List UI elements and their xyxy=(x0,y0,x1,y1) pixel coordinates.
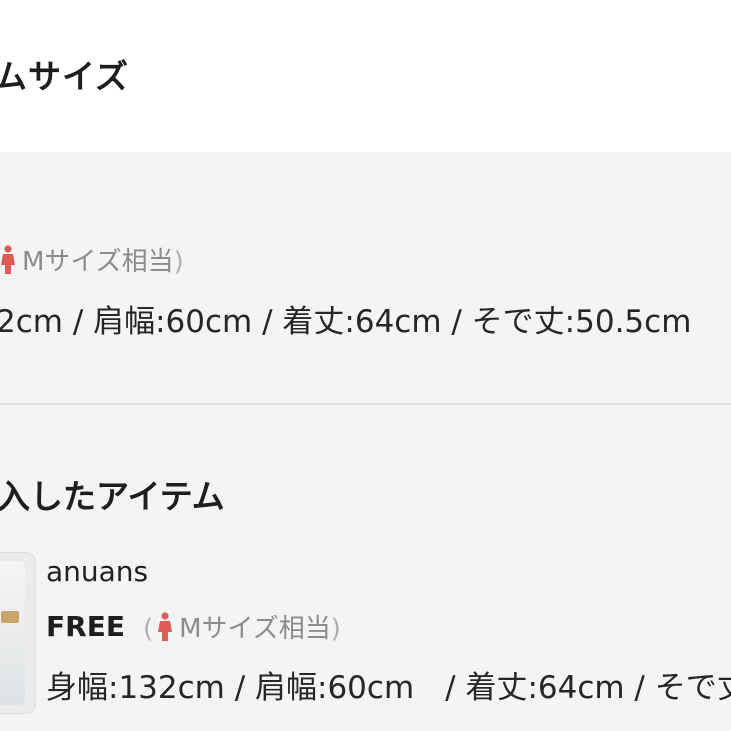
purchased-items-title: 入したアイテム xyxy=(0,477,225,516)
item-garment-image xyxy=(0,561,25,705)
page: ムサイズ Mサイズ相当) 2cm / 肩幅:60cm / 着丈:64cm / そ… xyxy=(0,0,731,731)
item-tag-image xyxy=(1,611,19,623)
item-size-row: FREE ( Mサイズ相当) xyxy=(46,608,341,645)
item-size-paren-close: ) xyxy=(330,614,341,644)
female-person-icon xyxy=(157,612,173,642)
section-title: ムサイズ xyxy=(0,57,130,96)
item-brand[interactable]: anuans xyxy=(46,555,148,588)
item-thumbnail[interactable] xyxy=(0,552,36,714)
wearer-size-equivalent: Mサイズ相当) xyxy=(0,241,184,278)
wearer-size-paren-close: ) xyxy=(173,247,184,277)
wearer-size-label: Mサイズ相当 xyxy=(22,247,174,277)
female-person-icon xyxy=(0,245,16,275)
divider xyxy=(0,403,731,405)
item-measurements: 身幅:132cm / 肩幅:60cm / 着丈:64cm / そで丈: xyxy=(46,670,731,706)
item-size-paren-open: ( xyxy=(142,614,154,644)
item-size: FREE xyxy=(46,610,125,643)
wearer-measurements: 2cm / 肩幅:60cm / 着丈:64cm / そで丈:50.5cm xyxy=(0,304,692,340)
item-size-equivalent: Mサイズ相当 xyxy=(179,614,331,644)
